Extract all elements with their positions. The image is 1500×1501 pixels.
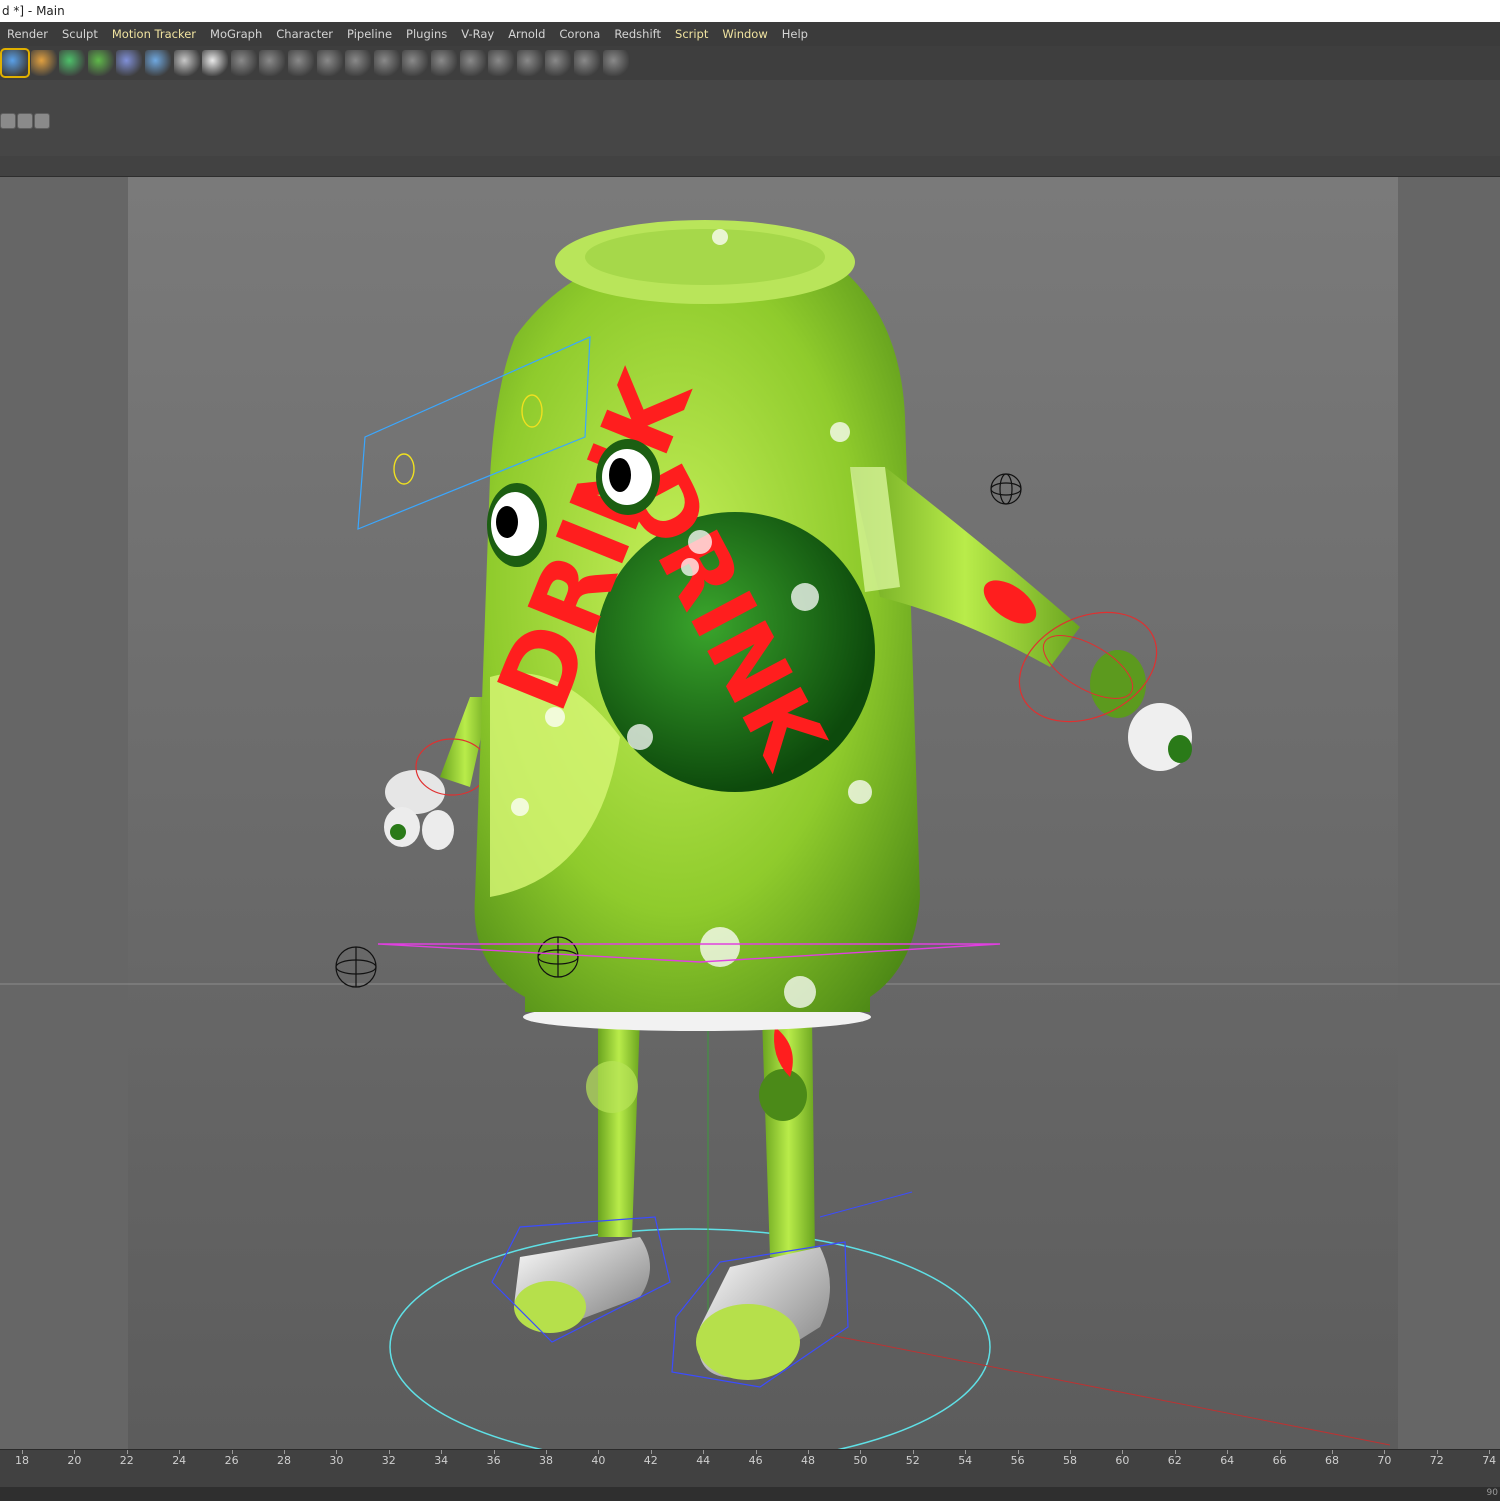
timeline-ruler[interactable]: 90 18 20 22 24 26 28 30 32 34 36 38 40 42 44 46 48 50 52 5… — [0, 1449, 1500, 1501]
right-shoe-toe — [696, 1304, 800, 1380]
timeline-end-label: 90 — [1486, 1488, 1498, 1498]
mode-button-3[interactable] — [34, 113, 50, 129]
timeline-tick-label: 60 — [1115, 1454, 1130, 1467]
cloner-icon[interactable] — [87, 50, 114, 76]
timeline-tick-label: 36 — [486, 1454, 501, 1467]
left-shoe-toe — [514, 1281, 586, 1333]
hair-icon[interactable] — [545, 50, 572, 76]
menu-window[interactable]: Window — [715, 27, 774, 41]
timeline-tick-label: 52 — [905, 1454, 920, 1467]
timeline-tick-label: 56 — [1010, 1454, 1025, 1467]
timeline-tick-label: 34 — [434, 1454, 449, 1467]
spline-mask-icon[interactable] — [345, 50, 372, 76]
light-icon[interactable] — [202, 50, 229, 76]
timeline-tick-label: 42 — [643, 1454, 658, 1467]
timeline-tick-label: 44 — [696, 1454, 711, 1467]
timeline-tick-label: 46 — [748, 1454, 763, 1467]
array-icon[interactable] — [230, 50, 257, 76]
timeline-tick-label: 26 — [224, 1454, 239, 1467]
mode-button-2[interactable] — [17, 113, 33, 129]
menu-motion-tracker[interactable]: Motion Tracker — [105, 27, 203, 41]
menu-mograph[interactable]: MoGraph — [203, 27, 269, 41]
menu-bar: Render Sculpt Motion Tracker MoGraph Charact… — [0, 22, 1500, 46]
can-lid — [585, 229, 825, 285]
timeline-tick-label: 72 — [1429, 1454, 1444, 1467]
right-knee — [759, 1069, 807, 1121]
timeline-tick-label: 32 — [381, 1454, 396, 1467]
connect-icon[interactable] — [316, 50, 343, 76]
sweep-icon[interactable] — [431, 50, 457, 76]
matrix-icon[interactable] — [602, 50, 629, 76]
toolbar — [0, 46, 1500, 80]
right-pupil — [609, 458, 631, 492]
window-title: d *] - Main — [2, 4, 65, 18]
left-knee — [586, 1061, 638, 1113]
menu-character[interactable]: Character — [269, 27, 340, 41]
timeline-tick-label: 28 — [277, 1454, 291, 1467]
symmetry-icon[interactable] — [259, 50, 286, 76]
cube-icon[interactable] — [0, 48, 30, 78]
boole-icon[interactable] — [288, 50, 314, 76]
viewport-header — [0, 156, 1500, 177]
timeline-tick-label: 70 — [1377, 1454, 1392, 1467]
extrude-icon[interactable] — [488, 50, 515, 76]
menu-plugins[interactable]: Plugins — [399, 27, 454, 41]
timeline-tick-label: 74 — [1482, 1454, 1497, 1467]
loft-icon[interactable] — [459, 50, 486, 76]
menu-v-ray[interactable]: V-Ray — [454, 27, 501, 41]
timeline-tick-label: 40 — [591, 1454, 606, 1467]
mode-button-1[interactable] — [0, 113, 16, 129]
timeline-tick-label: 18 — [15, 1454, 29, 1467]
menu-pipeline[interactable]: Pipeline — [340, 27, 399, 41]
floor-icon[interactable] — [145, 50, 171, 76]
timeline-tick-label: 54 — [958, 1454, 973, 1467]
timeline-tick-label: 68 — [1325, 1454, 1339, 1467]
menu-sculpt[interactable]: Sculpt — [55, 27, 105, 41]
timeline-tick-label: 30 — [329, 1454, 344, 1467]
grid-icon[interactable] — [574, 50, 600, 76]
timeline-tick-label: 62 — [1167, 1454, 1182, 1467]
timeline-tick-label: 50 — [853, 1454, 868, 1467]
timeline-tick-label: 20 — [67, 1454, 82, 1467]
pen-icon[interactable] — [30, 50, 57, 76]
timeline-tick-label: 24 — [172, 1454, 187, 1467]
menu-arnold[interactable]: Arnold — [501, 27, 552, 41]
subdivision-icon[interactable] — [59, 50, 86, 76]
menu-render[interactable]: Render — [0, 27, 55, 41]
left-pupil — [496, 506, 518, 538]
timeline-tick-label: 22 — [119, 1454, 134, 1467]
timeline-tick-label: 64 — [1220, 1454, 1235, 1467]
timeline-scrollbar[interactable] — [0, 1487, 1500, 1501]
timeline-tick-label: 66 — [1272, 1454, 1287, 1467]
camera-icon[interactable] — [173, 50, 200, 76]
attributes-strip — [0, 80, 1500, 157]
title-bar: d *] - Main — [0, 0, 1500, 22]
menu-redshift[interactable]: Redshift — [607, 27, 668, 41]
left-finger-2 — [422, 810, 454, 850]
menu-corona[interactable]: Corona — [552, 27, 607, 41]
menu-help[interactable]: Help — [775, 27, 815, 41]
instance-icon[interactable] — [373, 50, 400, 76]
metaball-icon[interactable] — [402, 50, 429, 76]
left-finger-tip — [390, 824, 406, 840]
timeline-tick-label: 58 — [1063, 1454, 1077, 1467]
menu-script[interactable]: Script — [668, 27, 715, 41]
timeline-tick-label: 48 — [801, 1454, 815, 1467]
timeline-tick-label: 38 — [539, 1454, 553, 1467]
right-hand-spot — [1168, 735, 1192, 763]
viewport[interactable]: DRINK DRINK — [0, 177, 1500, 1449]
deformer-icon[interactable] — [116, 50, 143, 76]
scene-canvas[interactable]: DRINK DRINK — [0, 177, 1500, 1449]
lathe-icon[interactable] — [516, 50, 543, 76]
